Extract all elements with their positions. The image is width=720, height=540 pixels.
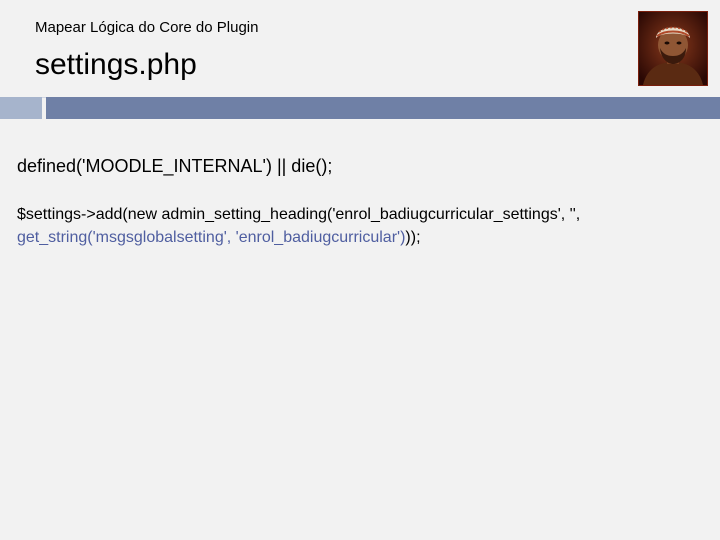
slide-subtitle: Mapear Lógica do Core do Plugin (35, 19, 259, 36)
person-portrait-icon (639, 12, 707, 85)
code-line-get-string: get_string('msgsglobalsetting', 'enrol_b… (17, 226, 707, 249)
slide-content: defined('MOODLE_INTERNAL') || die(); $se… (17, 155, 707, 249)
code-line-defined: defined('MOODLE_INTERNAL') || die(); (17, 156, 333, 176)
slide-header: Mapear Lógica do Core do Plugin settings… (0, 0, 720, 120)
code-block-settings: $settings->add(new admin_setting_heading… (17, 203, 707, 249)
header-divider-accent-right (46, 97, 720, 119)
avatar (638, 11, 708, 86)
code-line-closing: )); (405, 229, 421, 246)
get-string-call: get_string('msgsglobalsetting', 'enrol_b… (17, 229, 406, 246)
code-line-settings-add: $settings->add(new admin_setting_heading… (17, 206, 581, 223)
header-divider-accent-left (0, 97, 42, 119)
slide-title: settings.php (35, 48, 197, 81)
